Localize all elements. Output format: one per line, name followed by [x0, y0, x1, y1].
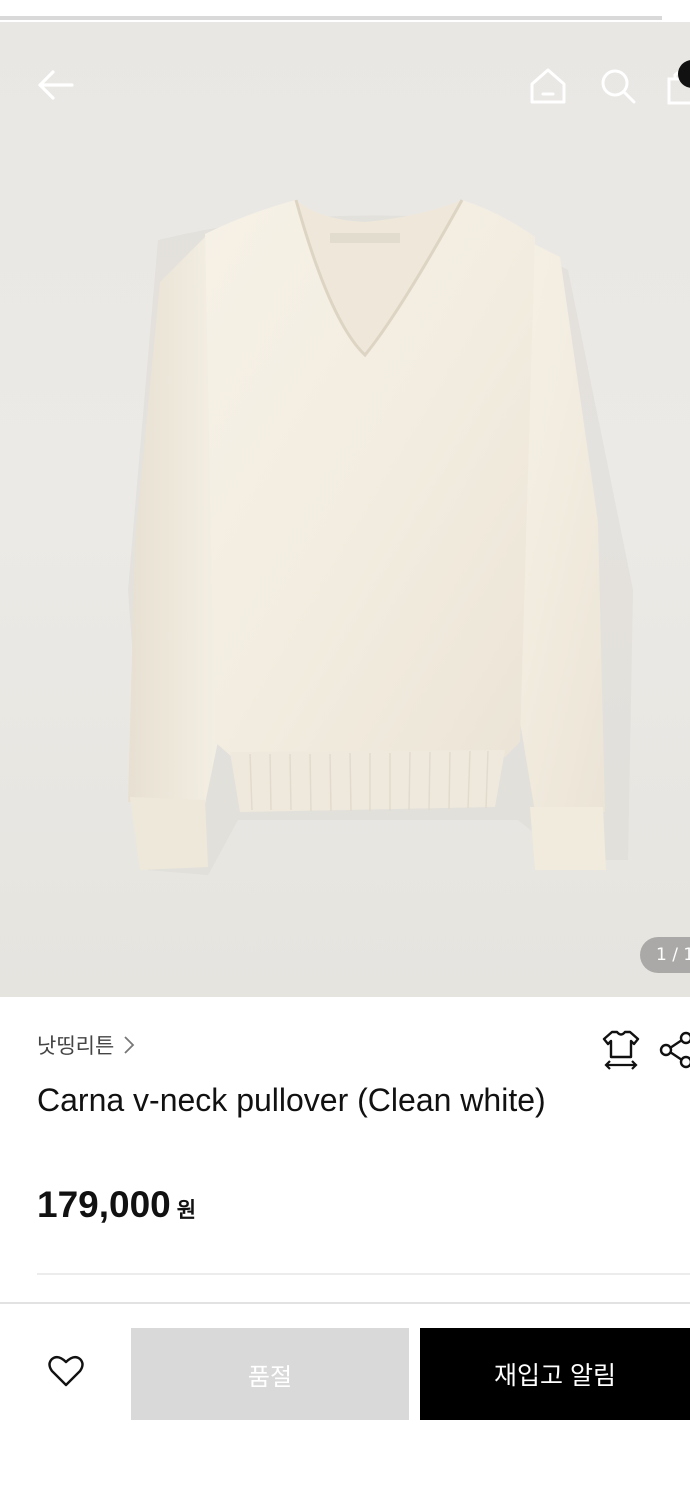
status-strip: [0, 0, 690, 22]
product-image: [128, 199, 633, 875]
share-button[interactable]: [656, 1030, 690, 1070]
brand-name: 낫띵리튼: [37, 1034, 115, 1058]
product-price: 179,000: [37, 1184, 171, 1225]
progress-line: [0, 16, 662, 20]
heart-icon: [48, 1355, 84, 1387]
size-guide-icon: [602, 1030, 640, 1070]
home-icon: [530, 68, 566, 104]
restock-alert-button[interactable]: 재입고 알림: [420, 1328, 690, 1420]
image-counter: 1 / 1: [640, 937, 690, 973]
search-icon: [601, 69, 636, 104]
price-row: 179,000 원: [37, 1184, 196, 1226]
soldout-button: 품절: [131, 1328, 409, 1420]
product-image-gallery[interactable]: [0, 22, 690, 997]
size-guide-button[interactable]: [600, 1028, 642, 1070]
divider: [37, 1273, 690, 1275]
share-icon: [659, 1031, 690, 1069]
currency-label: 원: [176, 1198, 197, 1222]
wishlist-button[interactable]: [40, 1345, 92, 1397]
search-button[interactable]: [596, 62, 640, 110]
back-button[interactable]: [30, 60, 80, 110]
chevron-right-icon: [124, 1036, 135, 1054]
arrow-left-icon: [38, 70, 74, 100]
home-button[interactable]: [526, 62, 570, 110]
brand-link[interactable]: 낫띵리튼: [37, 1030, 136, 1060]
product-title: Carna v-neck pullover (Clean white): [37, 1082, 546, 1118]
